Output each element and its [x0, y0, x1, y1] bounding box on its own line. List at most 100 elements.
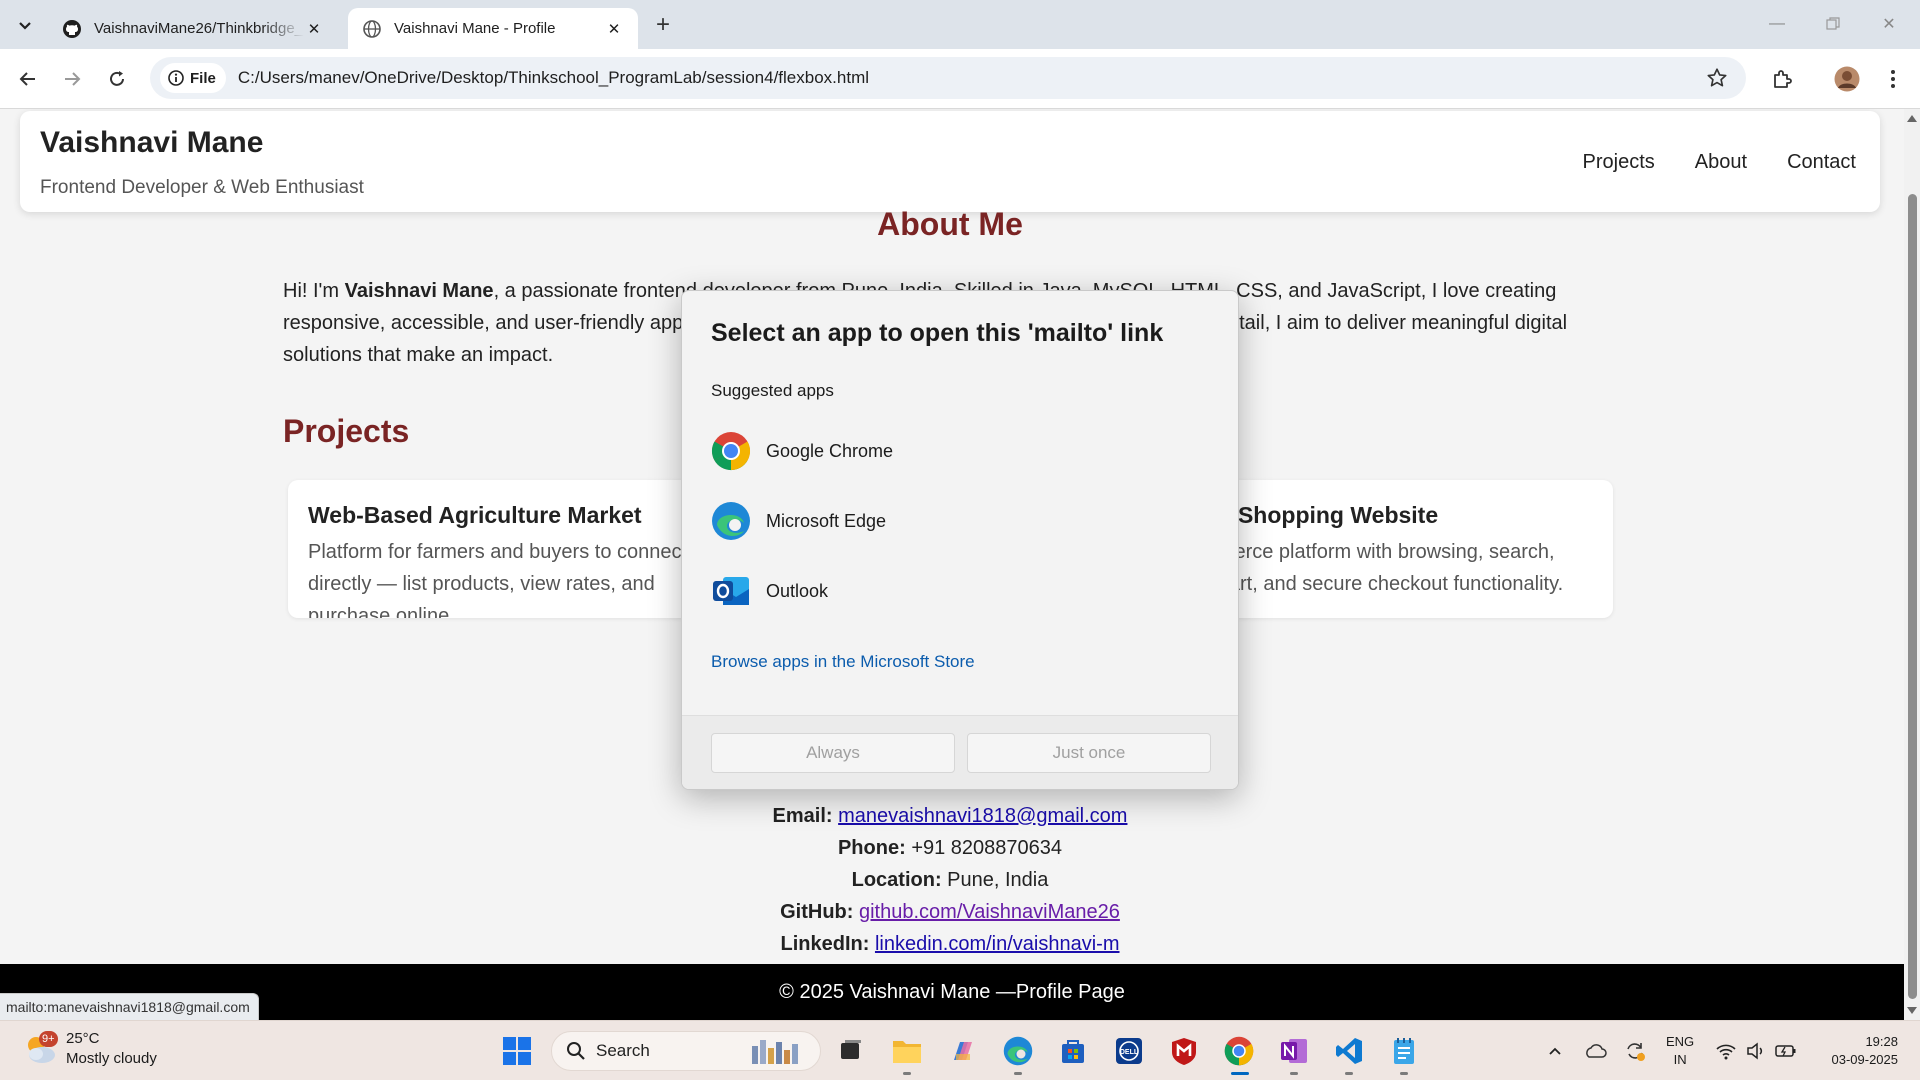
tab-title: Vaishnavi Mane - Profile [394, 20, 556, 37]
menu-button[interactable] [1877, 63, 1909, 95]
address-bar[interactable]: File C:/Users/manev/OneDrive/Desktop/Thi… [150, 57, 1746, 99]
file-chip-label: File [190, 69, 216, 87]
tab-github[interactable]: VaishnaviMane26/Thinkbridge_ ✕ [48, 8, 338, 49]
app-option-outlook[interactable]: Outlook [711, 569, 1211, 613]
close-icon[interactable]: ✕ [304, 19, 324, 39]
close-window-button[interactable]: ✕ [1866, 8, 1912, 40]
taskbar-app-copilot[interactable] [943, 1031, 983, 1071]
contact-linkedin-row: LinkedIn: linkedin.com/in/vaishnavi-m [0, 933, 1900, 956]
taskbar-app-mcafee[interactable] [1164, 1031, 1204, 1071]
search-icon [567, 1042, 585, 1060]
folder-icon [893, 1041, 921, 1063]
globe-icon [362, 19, 382, 39]
minimize-button[interactable]: — [1754, 8, 1800, 40]
taskbar-app-onenote[interactable] [1274, 1031, 1314, 1075]
taskbar-app-chrome[interactable] [1219, 1031, 1259, 1075]
scrollbar-thumb[interactable] [1908, 194, 1917, 999]
project-card: Web-Based Agriculture Market Platform fo… [288, 480, 708, 618]
extensions-button[interactable] [1766, 63, 1798, 95]
site-name: Vaishnavi Mane [40, 126, 264, 159]
language-code: ENG [1666, 1034, 1695, 1049]
nav-link-about[interactable]: About [1695, 151, 1747, 174]
contact-phone-row: Phone: +91 8208870634 [0, 837, 1900, 860]
chevron-down-icon [19, 22, 31, 30]
new-tab-button[interactable]: + [648, 10, 678, 40]
clock-date: 03-09-2025 [1831, 1052, 1899, 1067]
forward-button[interactable] [56, 63, 88, 95]
github-label: GitHub: [780, 901, 854, 923]
app-option-edge[interactable]: Microsoft Edge [711, 499, 1211, 543]
bookmark-star-icon[interactable] [1706, 67, 1728, 89]
restore-icon [1826, 17, 1840, 30]
open-with-dialog: Select an app to open this 'mailto' link… [681, 290, 1239, 790]
just-once-button[interactable]: Just once [967, 733, 1211, 773]
about-intro: Hi! I'm [283, 280, 345, 302]
language-indicator[interactable]: ENG IN [1666, 1033, 1694, 1069]
arrow-left-icon [19, 72, 35, 86]
back-button[interactable] [12, 63, 44, 95]
wifi-tray[interactable] [1712, 1021, 1740, 1080]
onedrive-cloud-icon [1586, 1044, 1607, 1058]
search-placeholder: Search [596, 1041, 650, 1060]
nav-link-contact[interactable]: Contact [1787, 151, 1856, 174]
dialog-footer: Always Just once [682, 715, 1238, 789]
email-link[interactable]: manevaishnavi1818@gmail.com [838, 805, 1127, 827]
app-option-chrome[interactable]: Google Chrome [711, 429, 1211, 473]
reload-button[interactable] [101, 63, 133, 95]
taskbar-app-file-explorer[interactable] [887, 1031, 927, 1075]
battery-tray[interactable] [1772, 1021, 1800, 1080]
taskbar-app-edge[interactable] [998, 1031, 1038, 1075]
active-indicator [1231, 1072, 1249, 1075]
taskbar-app-dell[interactable]: DELL [1109, 1031, 1149, 1071]
edge-icon [712, 502, 750, 540]
show-hidden-icons-button[interactable] [1543, 1021, 1567, 1080]
always-button[interactable]: Always [711, 733, 955, 773]
taskbar-app-vscode[interactable] [1329, 1031, 1369, 1075]
scroll-up-icon[interactable] [1907, 115, 1917, 122]
url-text[interactable]: C:/Users/manev/OneDrive/Desktop/Thinksch… [238, 68, 869, 88]
contact-github-row: GitHub: github.com/VaishnaviMane26 [0, 901, 1900, 924]
location-label: Location: [851, 869, 942, 891]
region-code: IN [1673, 1052, 1687, 1067]
close-icon[interactable]: ✕ [604, 19, 624, 39]
onedrive-tray[interactable] [1580, 1021, 1610, 1080]
contact-location-row: Location: Pune, India [0, 869, 1900, 892]
onenote-icon [1281, 1039, 1307, 1063]
taskbar-app-notepad[interactable] [1384, 1031, 1424, 1075]
tab-profile[interactable]: Vaishnavi Mane - Profile ✕ [348, 8, 638, 49]
sync-tray[interactable] [1620, 1021, 1650, 1080]
info-icon [168, 70, 184, 86]
volume-tray[interactable] [1742, 1021, 1770, 1080]
app-name: Google Chrome [766, 440, 894, 461]
github-link[interactable]: github.com/VaishnaviMane26 [859, 901, 1120, 923]
taskbar-clock[interactable]: 19:28 03-09-2025 [1818, 1033, 1899, 1069]
weather-widget[interactable]: 9+ 25°C Mostly cloudy [22, 1029, 157, 1069]
kebab-menu-icon [1891, 70, 1895, 88]
linkedin-link[interactable]: linkedin.com/in/vaishnavi-m [875, 933, 1120, 955]
restore-button[interactable] [1810, 8, 1856, 40]
start-button[interactable] [497, 1031, 537, 1071]
task-view-button[interactable] [831, 1031, 871, 1071]
browse-store-link[interactable]: Browse apps in the Microsoft Store [711, 652, 975, 672]
site-info-chip[interactable]: File [160, 63, 226, 93]
site-tagline: Frontend Developer & Web Enthusiast [40, 177, 364, 198]
about-heading: About Me [877, 206, 1023, 242]
clock-time: 19:28 [1865, 1034, 1898, 1049]
reload-icon [110, 71, 124, 86]
dell-icon: DELL [1116, 1038, 1142, 1064]
scroll-down-icon[interactable] [1907, 1007, 1917, 1014]
profile-avatar[interactable] [1831, 63, 1863, 95]
tab-title: VaishnaviMane26/Thinkbridge_ [94, 20, 304, 37]
nav-link-projects[interactable]: Projects [1583, 151, 1655, 174]
chrome-icon [1224, 1036, 1254, 1066]
tab-search-button[interactable] [10, 10, 40, 40]
vertical-scrollbar[interactable] [1904, 109, 1920, 1020]
taskbar-app-store[interactable] [1053, 1031, 1093, 1071]
site-header: Vaishnavi Mane Frontend Developer & Web … [20, 111, 1880, 212]
sync-icon [1627, 1043, 1645, 1061]
taskbar-search[interactable]: Search [551, 1031, 821, 1071]
project-description: Platform for farmers and buyers to conne… [308, 541, 688, 618]
app-name: Microsoft Edge [766, 510, 887, 531]
weather-temp: 25°C [66, 1030, 100, 1047]
windows-logo-icon [503, 1037, 531, 1065]
